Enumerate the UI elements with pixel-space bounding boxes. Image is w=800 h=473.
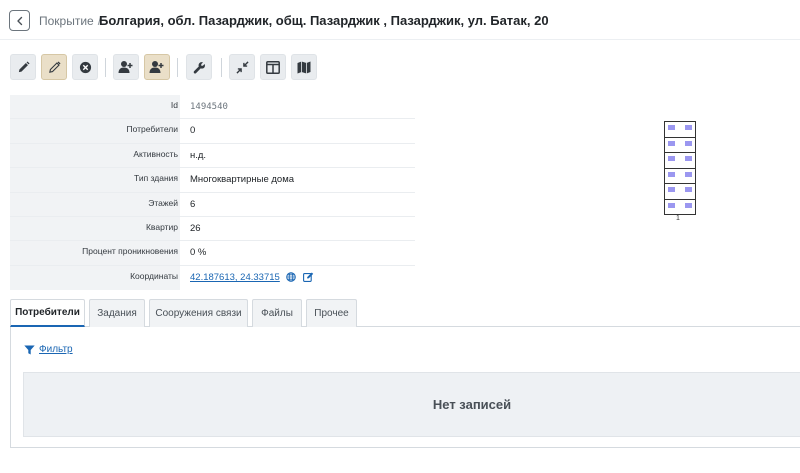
pencil-icon xyxy=(48,60,61,73)
info-table: Id 1494540 Потребители 0 Активность н.д.… xyxy=(10,95,415,291)
info-row-activity: Активность н.д. xyxy=(10,143,415,169)
info-row-id: Id 1494540 xyxy=(10,95,415,120)
add-user-active-button[interactable] xyxy=(144,54,170,80)
info-row-penetration: Процент проникновения 0 % xyxy=(10,241,415,266)
page-header: Покрытие / Болгария, обл. Пазарджик, общ.… xyxy=(0,0,800,40)
back-button[interactable] xyxy=(9,10,30,31)
building-floor xyxy=(665,169,695,184)
info-value: Многоквартирные дома xyxy=(190,174,295,186)
info-label: Активность xyxy=(10,143,180,168)
info-value: 0 % xyxy=(190,247,207,259)
info-value: н.д. xyxy=(190,149,207,161)
toolbar-separator xyxy=(105,58,106,77)
info-value: 0 xyxy=(190,125,196,137)
apartment-cell[interactable] xyxy=(668,187,675,192)
info-row-building-type: Тип здания Многоквартирные дома xyxy=(10,168,415,193)
building-floor xyxy=(665,153,695,169)
info-label: Процент проникновения xyxy=(10,241,180,265)
add-user-button[interactable] xyxy=(113,54,139,80)
info-row-consumers: Потребители 0 xyxy=(10,119,415,144)
close-circle-icon xyxy=(79,61,91,73)
tab-other[interactable]: Прочее xyxy=(306,299,357,327)
apartment-cell[interactable] xyxy=(685,156,692,161)
coordinates-link[interactable]: 42.187613, 24.33715 xyxy=(190,272,280,283)
apartment-cell[interactable] xyxy=(685,140,692,146)
info-value: 6 xyxy=(190,198,196,210)
user-plus-icon xyxy=(149,61,164,73)
toolbar-separator xyxy=(221,58,222,77)
info-label: Квартир xyxy=(10,216,180,241)
apartment-cell[interactable] xyxy=(685,202,692,208)
breadcrumb: Покрытие / xyxy=(39,14,105,28)
building-floor xyxy=(665,184,695,200)
page-title: Болгария, обл. Пазарджик, общ. Пазарджик… xyxy=(99,13,549,28)
apartment-cell[interactable] xyxy=(668,140,675,146)
info-row-coordinates: Координаты 42.187613, 24.33715 xyxy=(10,265,415,291)
apartment-cell[interactable] xyxy=(685,187,692,192)
info-row-floors: Этажей 6 xyxy=(10,192,415,217)
globe-icon[interactable] xyxy=(286,272,297,283)
tab-bar: Потребители Задания Сооружения связи Фай… xyxy=(10,299,800,327)
empty-state: Нет записей xyxy=(23,372,800,437)
edit-square-icon[interactable] xyxy=(303,272,314,283)
collapse-button[interactable] xyxy=(229,54,255,80)
building-floor xyxy=(665,122,695,138)
tab-telecom-structures[interactable]: Сооружения связи xyxy=(149,299,248,327)
map-button[interactable] xyxy=(291,54,317,80)
tab-files[interactable]: Файлы xyxy=(252,299,302,327)
info-value: 1494540 xyxy=(190,102,228,112)
info-label: Этажей xyxy=(10,192,180,216)
info-value: 42.187613, 24.33715 xyxy=(190,266,314,290)
map-icon xyxy=(297,61,311,73)
tab-content-consumers: Фильтр Нет записей xyxy=(10,327,800,448)
building-diagram xyxy=(664,121,696,215)
empty-state-text: Нет записей xyxy=(432,397,512,412)
filter-toggle[interactable]: Фильтр xyxy=(24,344,73,355)
filter-icon xyxy=(24,345,35,354)
compress-icon xyxy=(235,60,249,74)
apartment-cell[interactable] xyxy=(668,171,675,177)
breadcrumb-parent[interactable]: Покрытие xyxy=(39,14,94,28)
building-floor xyxy=(665,138,695,153)
filter-label[interactable]: Фильтр xyxy=(39,344,73,355)
info-label: Координаты xyxy=(10,265,180,291)
building-label: 1 xyxy=(676,215,680,222)
tools-button[interactable] xyxy=(186,54,212,80)
user-plus-icon xyxy=(118,61,133,73)
edit-button[interactable] xyxy=(10,54,36,80)
info-value: 26 xyxy=(190,222,201,234)
tab-consumers[interactable]: Потребители xyxy=(10,299,85,327)
info-row-apartments: Квартир 26 xyxy=(10,216,415,242)
edit-active-button[interactable] xyxy=(41,54,67,80)
chevron-left-icon xyxy=(16,16,22,25)
apartment-cell[interactable] xyxy=(685,125,692,130)
layout-button[interactable] xyxy=(260,54,286,80)
toolbar-separator xyxy=(177,58,178,77)
info-label: Тип здания xyxy=(10,168,180,192)
apartment-cell[interactable] xyxy=(668,125,675,130)
apartment-cell[interactable] xyxy=(685,171,692,177)
tab-tasks[interactable]: Задания xyxy=(89,299,145,327)
pencil-icon xyxy=(18,60,30,72)
delete-button[interactable] xyxy=(72,54,98,80)
building-floor xyxy=(665,200,695,216)
apartment-cell[interactable] xyxy=(668,202,675,208)
columns-icon xyxy=(266,60,280,74)
apartment-cell[interactable] xyxy=(668,156,675,161)
info-label: Id xyxy=(10,95,180,119)
wrench-icon xyxy=(193,61,205,73)
info-label: Потребители xyxy=(10,119,180,143)
